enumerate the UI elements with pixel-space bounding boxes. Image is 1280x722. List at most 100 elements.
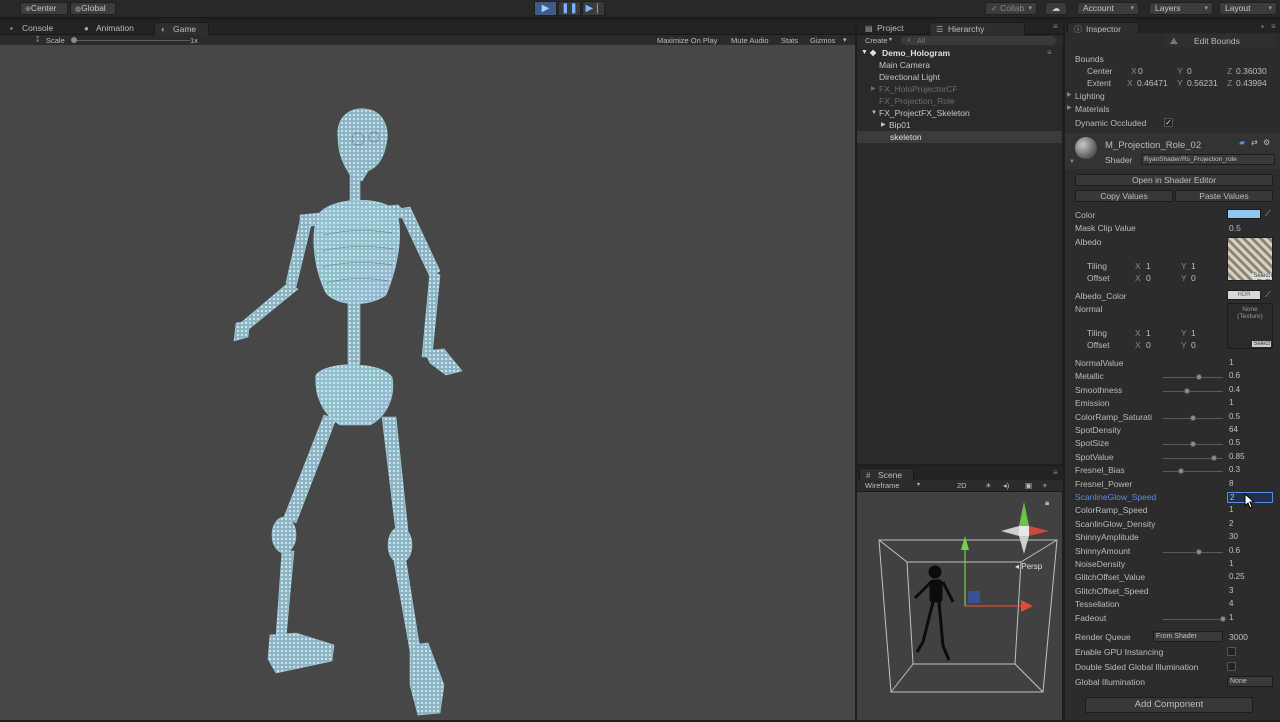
- hierarchy-item-bip01[interactable]: ▶ Bip01: [857, 119, 1062, 131]
- scale-slider[interactable]: [72, 40, 190, 41]
- panel-menu-icon[interactable]: ≡: [1053, 22, 1058, 31]
- gpu-instancing-checkbox[interactable]: [1227, 647, 1236, 656]
- render-queue-dropdown[interactable]: From Shader: [1153, 631, 1223, 642]
- eyedropper-icon[interactable]: ⟋: [1265, 209, 1271, 219]
- paste-values-button[interactable]: Paste Values: [1175, 190, 1273, 202]
- pause-button[interactable]: ❚❚: [558, 1, 581, 16]
- tab-project[interactable]: ▤ Project: [859, 22, 909, 35]
- property-value-field[interactable]: 30: [1227, 532, 1273, 543]
- property-slider[interactable]: [1163, 618, 1223, 620]
- property-value-field[interactable]: 1: [1227, 358, 1273, 369]
- hierarchy-item-holoprojector[interactable]: ▶ FX_HoloProjectorCF: [857, 83, 1062, 95]
- property-slider-knob[interactable]: [1196, 374, 1202, 381]
- collab-dropdown[interactable]: ✓ Collab: [985, 2, 1037, 15]
- scene-root-row[interactable]: ▼ ◆ Demo_Hologram ≡: [857, 47, 1062, 59]
- property-value-field[interactable]: 3: [1227, 586, 1273, 597]
- albedo-tiling-x[interactable]: 1: [1146, 261, 1151, 271]
- center-y-field[interactable]: 0: [1187, 66, 1192, 76]
- scene-menu-icon[interactable]: ≡: [1047, 47, 1052, 59]
- property-value-field[interactable]: 0.5: [1227, 412, 1273, 423]
- tab-console[interactable]: ▪ Console: [4, 22, 59, 35]
- property-value-field[interactable]: 64: [1227, 425, 1273, 436]
- lighting-foldout[interactable]: Lighting: [1075, 91, 1105, 101]
- property-value-field[interactable]: 0.6: [1227, 371, 1273, 382]
- property-value-field[interactable]: 1: [1227, 398, 1273, 409]
- property-value-field[interactable]: 2: [1227, 519, 1273, 530]
- gear-icon[interactable]: ⚙: [1263, 138, 1270, 147]
- property-value-field[interactable]: 1: [1227, 613, 1273, 624]
- normal-offset-y[interactable]: 0: [1191, 340, 1196, 350]
- copy-values-button[interactable]: Copy Values: [1075, 190, 1173, 202]
- property-slider-knob[interactable]: [1190, 414, 1196, 421]
- property-value-field[interactable]: 0.5: [1227, 438, 1273, 449]
- hierarchy-search[interactable]: ⌕ All: [901, 36, 1056, 45]
- shader-dropdown[interactable]: RyanShader/Rs_Projection_role: [1141, 154, 1275, 165]
- normal-tiling-x[interactable]: 1: [1146, 328, 1151, 338]
- tab-game[interactable]: ◐ Game: [154, 22, 209, 35]
- foldout-arrow-icon[interactable]: ▶: [1067, 91, 1072, 98]
- normal-tiling-y[interactable]: 1: [1191, 328, 1196, 338]
- property-slider[interactable]: [1163, 471, 1223, 473]
- property-value-field[interactable]: 0.25: [1227, 572, 1273, 583]
- hierarchy-item-projectfx-skeleton[interactable]: ▼ FX_ProjectFX_Skeleton: [857, 107, 1062, 119]
- dynamic-occluded-checkbox[interactable]: ✓: [1164, 118, 1173, 127]
- property-value-field[interactable]: 8: [1227, 479, 1273, 490]
- add-component-button[interactable]: Add Component: [1085, 697, 1253, 713]
- foldout-arrow-icon[interactable]: ▶: [1067, 104, 1072, 111]
- gizmos-icon[interactable]: ▾: [1043, 480, 1047, 491]
- persp-label[interactable]: ◂ Persp: [1015, 562, 1042, 571]
- albedo-color-swatch[interactable]: HDR: [1227, 290, 1261, 300]
- space-toggle[interactable]: ◍Global: [70, 2, 116, 15]
- double-sided-gi-checkbox[interactable]: [1227, 662, 1236, 671]
- draw-mode-dropdown[interactable]: Wireframe: [865, 480, 900, 491]
- global-illumination-dropdown[interactable]: None: [1227, 676, 1273, 687]
- 2d-toggle[interactable]: 2D: [957, 480, 967, 491]
- eyedropper-icon[interactable]: ⟋: [1265, 290, 1271, 300]
- albedo-texture-slot[interactable]: Select: [1227, 237, 1273, 281]
- extent-x-field[interactable]: 0.46471: [1137, 78, 1168, 88]
- materials-foldout[interactable]: Materials: [1075, 104, 1109, 114]
- property-value-field[interactable]: 0.6: [1227, 546, 1273, 557]
- property-slider[interactable]: [1163, 551, 1223, 553]
- layers-dropdown[interactable]: Layers: [1149, 2, 1213, 15]
- lock-icon[interactable]: ▪: [1261, 22, 1264, 31]
- property-value-field[interactable]: 0.85: [1227, 452, 1273, 463]
- normal-offset-x[interactable]: 0: [1146, 340, 1151, 350]
- create-dropdown[interactable]: Create: [865, 35, 888, 46]
- play-button[interactable]: ▶: [534, 1, 557, 16]
- effects-toggle-icon[interactable]: ▣: [1025, 480, 1032, 491]
- open-shader-editor-button[interactable]: Open in Shader Editor: [1075, 174, 1273, 186]
- property-value-field[interactable]: 0.3: [1227, 465, 1273, 476]
- extent-z-field[interactable]: 0.43994: [1236, 78, 1267, 88]
- lock-icon[interactable]: 🔒︎: [1045, 498, 1049, 508]
- collapsed-arrow-icon[interactable]: ▶: [881, 119, 886, 131]
- cloud-button[interactable]: ☁: [1045, 2, 1067, 15]
- tab-hierarchy[interactable]: ☰ Hierarchy: [929, 22, 1025, 35]
- normal-texture-slot[interactable]: None (Texture) Select: [1227, 303, 1273, 349]
- edit-bounds-button[interactable]: ⟁ Edit Bounds: [1165, 35, 1275, 47]
- hierarchy-item-directional-light[interactable]: Directional Light: [857, 71, 1062, 83]
- render-queue-field[interactable]: 3000: [1229, 632, 1248, 642]
- material-book-icon[interactable]: ▰: [1239, 138, 1245, 147]
- game-view[interactable]: [0, 45, 855, 720]
- property-slider-knob[interactable]: [1220, 615, 1226, 622]
- property-value-field[interactable]: 0.4: [1227, 385, 1273, 396]
- foldout-arrow-icon[interactable]: ▼: [1069, 159, 1075, 165]
- account-dropdown[interactable]: Account: [1077, 2, 1139, 15]
- center-x-field[interactable]: 0: [1138, 66, 1143, 76]
- extent-y-field[interactable]: 0.56231: [1187, 78, 1218, 88]
- albedo-offset-x[interactable]: 0: [1146, 273, 1151, 283]
- collapsed-arrow-icon[interactable]: ▶: [871, 83, 876, 95]
- property-slider-knob[interactable]: [1184, 387, 1190, 394]
- tab-animation[interactable]: ● Animation: [78, 22, 140, 35]
- panel-menu-icon[interactable]: ≡: [1053, 468, 1058, 477]
- step-button[interactable]: ▶❘: [582, 1, 605, 16]
- expanded-arrow-icon[interactable]: ▼: [871, 107, 877, 119]
- scale-slider-knob[interactable]: [71, 37, 77, 43]
- color-swatch[interactable]: [1227, 209, 1261, 219]
- pivot-toggle[interactable]: ⊕Center: [20, 2, 68, 15]
- audio-toggle-icon[interactable]: ◂): [1003, 480, 1009, 491]
- property-slider[interactable]: [1163, 390, 1223, 392]
- albedo-offset-y[interactable]: 0: [1191, 273, 1196, 283]
- material-preset-icon[interactable]: ⇄: [1251, 138, 1258, 147]
